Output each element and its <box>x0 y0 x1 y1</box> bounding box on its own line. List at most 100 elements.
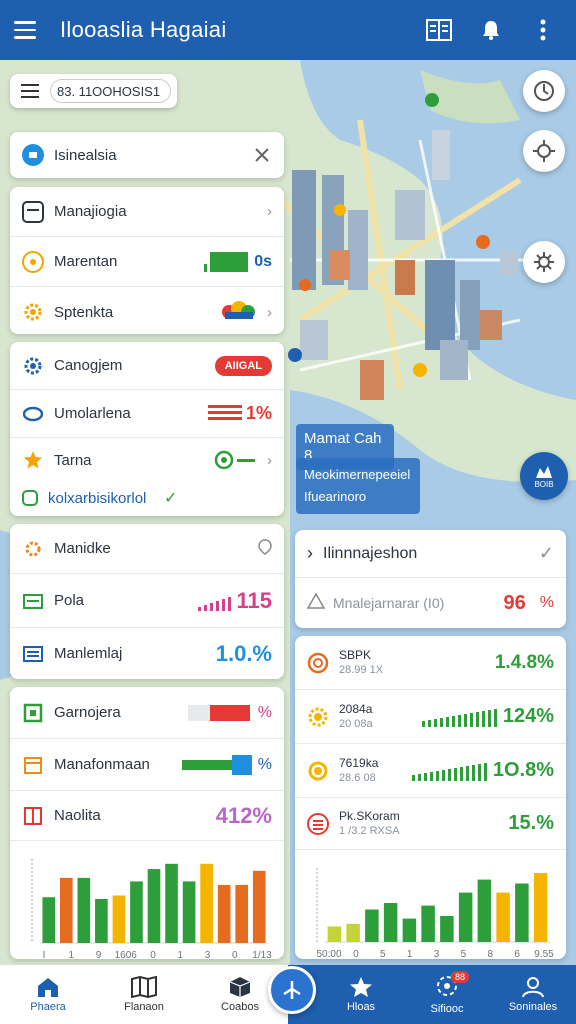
chart-bar[interactable] <box>112 895 126 943</box>
info-panel-sub-label: Mnalejarnarar (I0) <box>333 595 445 611</box>
nav-item-label: Flanaon <box>124 1001 164 1013</box>
chart-tick-label: 5 <box>461 949 467 959</box>
chart-bar[interactable] <box>365 909 379 943</box>
menu-item-link[interactable]: kolxarbisikorlol ✓ <box>10 482 284 514</box>
locate-me-icon[interactable] <box>523 130 565 172</box>
trend-mini-bars <box>385 707 497 727</box>
list-icon <box>22 643 44 665</box>
chart-tick-label: 8 <box>487 949 493 959</box>
menu-icon[interactable] <box>10 74 50 108</box>
globe-icon <box>22 250 44 273</box>
metric-row[interactable]: Pk.SKoram 1 /3.2 RXSA 15.% <box>295 798 566 850</box>
nav-item-label: Phaera <box>30 1001 66 1013</box>
stat-row-manlemlaj[interactable]: Manlemlaj 1.0.% <box>10 628 284 679</box>
chart-bar[interactable] <box>165 863 178 943</box>
chart-bar[interactable] <box>515 883 529 943</box>
metric-row-value: 124% <box>502 705 554 727</box>
menu-item-manajiogia[interactable]: Manajiogia › <box>10 187 284 237</box>
close-icon[interactable] <box>252 145 272 165</box>
layers-icon[interactable] <box>523 241 565 283</box>
search-input[interactable]: 83. 11OOHOSIS1 <box>50 79 172 103</box>
menu-icon[interactable] <box>14 14 46 46</box>
metric-row[interactable]: 7619ka 28.6 08 1O.8% <box>295 744 566 798</box>
info-panel-sub-unit: % <box>539 594 554 611</box>
selected-place-card[interactable]: Isinealsia <box>10 132 284 178</box>
menu-item-sptenkta[interactable]: Sptenkta › <box>10 287 284 334</box>
metric-row-label: 7619ka <box>339 755 379 770</box>
chart-bar[interactable] <box>477 879 492 942</box>
chart-bar[interactable] <box>496 892 510 942</box>
stat-row-value: 1.0.% <box>215 640 272 666</box>
chart-bar[interactable] <box>147 869 161 943</box>
stat-row-label: Naolita <box>54 807 101 824</box>
center-action-button[interactable] <box>268 966 316 1014</box>
menu-item-value: 0s <box>254 252 272 270</box>
chart-bar[interactable] <box>200 863 213 943</box>
stat-row-label: Manidke <box>54 540 111 557</box>
chart-tick-label: 6 <box>514 949 520 959</box>
nav-item-profile[interactable]: Soninales <box>490 965 576 1024</box>
chart-bar[interactable] <box>42 897 56 943</box>
stat-row-manafonmaan[interactable]: Manafonmaan % <box>10 739 284 791</box>
stat-row-pola[interactable]: Pola 115 <box>10 574 284 628</box>
nav-item-map[interactable]: Flanaon <box>96 965 192 1024</box>
grid-icon <box>22 805 44 827</box>
metric-row-sub: 28.99 1X <box>339 663 384 676</box>
toggle-icon[interactable] <box>214 450 255 470</box>
chart-bar[interactable] <box>327 926 342 942</box>
window-icon <box>22 200 44 223</box>
menu-item-link-label: kolxarbisikorlol <box>48 489 147 507</box>
navigate-icon <box>283 981 301 999</box>
nav-item-nearby[interactable]: 88 Sifiooc <box>404 965 490 1024</box>
metric-row-value: 15.% <box>508 812 554 834</box>
metric-row[interactable]: SBPK 28.99 1X 1.4.8% <box>295 636 566 690</box>
bar-chart-left-svg: I 1 9 1606 0 1 3 0 1/13 <box>31 859 272 959</box>
menu-item-canogjem[interactable]: Canogjem AIIGAL <box>10 342 284 390</box>
menu-item-marentan[interactable]: Marentan 0s <box>10 237 284 287</box>
location-icon: 88 <box>435 970 469 1000</box>
map-icon <box>131 976 157 998</box>
chart-bar[interactable] <box>458 892 473 942</box>
more-options-icon[interactable] <box>524 11 562 49</box>
compass-icon[interactable] <box>523 70 565 112</box>
stat-row-value: 412% <box>215 802 272 828</box>
metric-row-label: SBPK <box>339 647 372 662</box>
chart-bar[interactable] <box>421 905 435 942</box>
chart-bar[interactable] <box>346 923 360 942</box>
menu-item-umolarlena[interactable]: Umolarlena 1% <box>10 390 284 438</box>
chart-bar[interactable] <box>252 870 266 943</box>
notification-badge: 88 <box>450 970 469 983</box>
check-icon[interactable]: ✓ <box>539 543 554 564</box>
chart-bar[interactable] <box>533 873 548 942</box>
chart-bar[interactable] <box>59 877 73 943</box>
notification-bell-icon[interactable] <box>472 11 510 49</box>
chart-tick-label: 3 <box>434 949 440 959</box>
directions-fab[interactable]: BOIB <box>520 452 568 500</box>
nav-item-home[interactable]: Phaera <box>0 965 96 1024</box>
chart-bar[interactable] <box>440 916 454 942</box>
grid-view-icon[interactable] <box>420 11 458 49</box>
star-icon <box>350 977 372 997</box>
chart-bar[interactable] <box>130 881 143 943</box>
chart-bar[interactable] <box>77 877 91 943</box>
chart-bar[interactable] <box>217 884 231 943</box>
chart-bar[interactable] <box>182 881 196 943</box>
chart-bar[interactable] <box>383 903 398 942</box>
menu-item-tarna[interactable]: Tarna › <box>10 438 284 482</box>
chart-tick-label: I <box>43 950 46 959</box>
trend-mini-bars <box>385 761 487 781</box>
stat-row-garnojera[interactable]: Garnojera % <box>10 687 284 739</box>
warning-icon <box>306 592 326 613</box>
cloud-icon <box>219 301 257 323</box>
chart-bar[interactable] <box>95 899 108 943</box>
map-search-bar[interactable]: 83. 11OOHOSIS1 <box>10 74 178 108</box>
stat-row-manidke[interactable]: Manidke <box>10 524 284 574</box>
chart-bar[interactable] <box>235 884 249 943</box>
stat-row-naolita[interactable]: Naolita 412% <box>10 791 284 841</box>
metric-row-label: Pk.SKoram <box>339 808 400 823</box>
info-panel: › Ilinnnajeshon ✓ Mnalejarnarar (I0) 96 … <box>295 530 566 628</box>
metric-row[interactable]: 2084a 20 08a 124% <box>295 690 566 744</box>
map-location-line1: Meokimernepeeiel <box>304 467 411 482</box>
chart-bar[interactable] <box>402 918 417 942</box>
info-panel-header[interactable]: › Ilinnnajeshon ✓ <box>295 530 566 578</box>
